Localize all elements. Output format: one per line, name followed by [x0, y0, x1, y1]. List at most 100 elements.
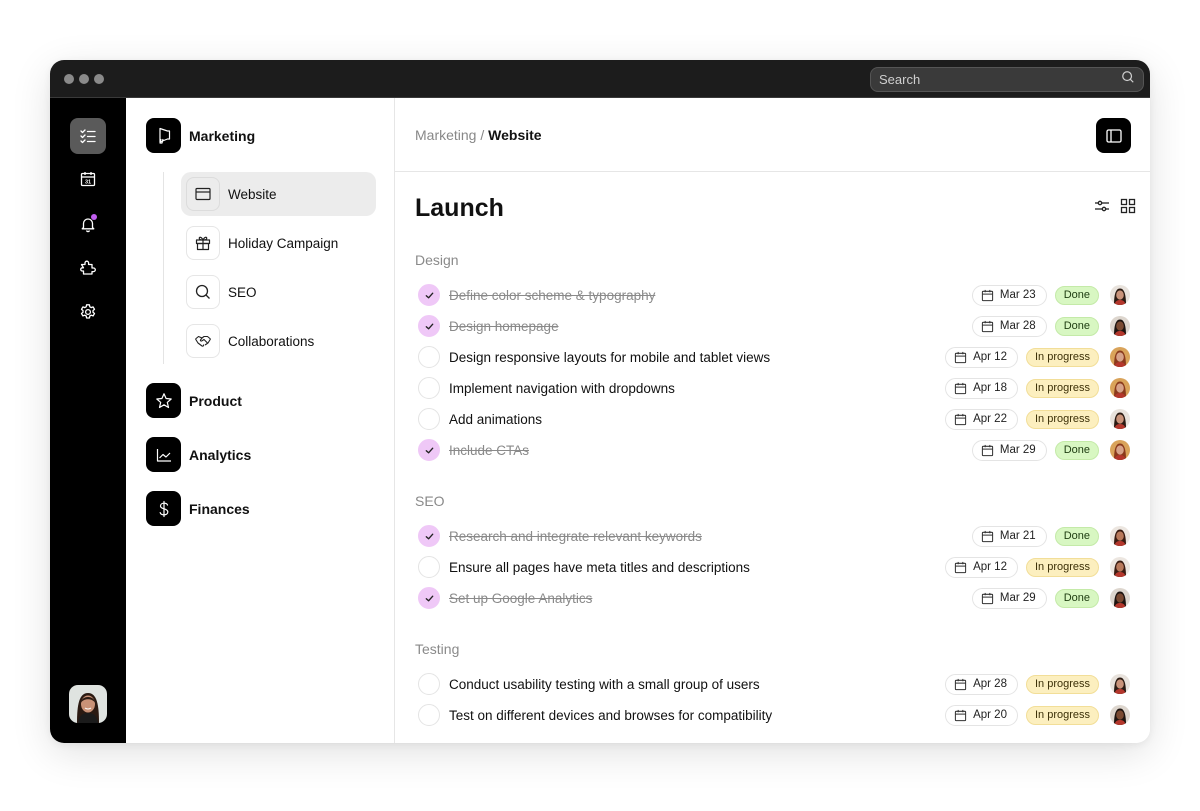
status-badge[interactable]: In progress [1026, 410, 1099, 429]
nav-item-label: Collaborations [228, 334, 314, 349]
task-title[interactable]: Set up Google Analytics [449, 591, 972, 606]
user-avatar[interactable] [69, 685, 107, 723]
task-meta: Mar 21 Done [972, 526, 1130, 547]
rail-calendar-button[interactable]: 31 [70, 161, 106, 197]
task-checkbox[interactable] [418, 556, 440, 578]
task-row[interactable]: Ensure all pages have meta titles and de… [415, 552, 1130, 582]
task-row[interactable]: Include CTAs Mar 29 Done [415, 435, 1130, 465]
due-date-pill[interactable]: Apr 22 [945, 409, 1018, 430]
assignee-avatar[interactable] [1110, 588, 1130, 608]
toggle-panel-button[interactable] [1096, 118, 1131, 153]
nav-item-holiday-campaign[interactable]: Holiday Campaign [181, 221, 376, 265]
due-date-pill[interactable]: Mar 21 [972, 526, 1047, 547]
search-icon[interactable] [1121, 70, 1135, 89]
task-row[interactable]: Set up Google Analytics Mar 29 Done [415, 583, 1130, 613]
due-date-pill[interactable]: Apr 18 [945, 378, 1018, 399]
status-badge[interactable]: Done [1055, 527, 1099, 546]
task-checkbox[interactable] [418, 315, 440, 337]
task-row[interactable]: Add animationsApr 22 In progress [415, 404, 1130, 434]
status-badge[interactable]: In progress [1026, 706, 1099, 725]
rail-integrations-button[interactable] [70, 250, 106, 286]
assignee-avatar[interactable] [1110, 347, 1130, 367]
task-checkbox[interactable] [418, 284, 440, 306]
nav-group-product[interactable]: Product [146, 383, 242, 418]
due-date-pill[interactable]: Mar 29 [972, 588, 1047, 609]
assignee-avatar[interactable] [1110, 557, 1130, 577]
status-badge[interactable]: In progress [1026, 558, 1099, 577]
due-date: Mar 29 [1000, 444, 1036, 456]
task-checkbox[interactable] [418, 525, 440, 547]
due-date-pill[interactable]: Apr 28 [945, 674, 1018, 695]
nav-item-label: Holiday Campaign [228, 236, 338, 251]
task-row[interactable]: Conduct usability testing with a small g… [415, 669, 1130, 699]
window-maximize-button[interactable] [94, 74, 104, 84]
task-title[interactable]: Test on different devices and browses fo… [449, 708, 945, 723]
search-input[interactable] [879, 72, 1121, 87]
assignee-avatar[interactable] [1110, 440, 1130, 460]
due-date-pill[interactable]: Mar 23 [972, 285, 1047, 306]
assignee-avatar[interactable] [1110, 526, 1130, 546]
task-checkbox[interactable] [418, 439, 440, 461]
task-checkbox[interactable] [418, 377, 440, 399]
assignee-avatar[interactable] [1110, 705, 1130, 725]
rail-notifications-button[interactable] [70, 206, 106, 242]
task-row[interactable]: Test on different devices and browses fo… [415, 700, 1130, 730]
status-badge[interactable]: Done [1055, 317, 1099, 336]
task-title[interactable]: Research and integrate relevant keywords [449, 529, 972, 544]
breadcrumb-parent[interactable]: Marketing [415, 127, 476, 143]
assignee-avatar[interactable] [1110, 674, 1130, 694]
task-title[interactable]: Include CTAs [449, 443, 972, 458]
task-checkbox[interactable] [418, 408, 440, 430]
assignee-avatar[interactable] [1110, 378, 1130, 398]
status-badge[interactable]: Done [1055, 441, 1099, 460]
calendar-icon [954, 709, 967, 722]
grid-view-icon[interactable] [1120, 198, 1136, 214]
filter-sliders-icon[interactable] [1094, 198, 1110, 214]
task-title[interactable]: Add animations [449, 412, 945, 427]
nav-group-marketing[interactable]: Marketing [146, 118, 255, 153]
task-title[interactable]: Conduct usability testing with a small g… [449, 677, 945, 692]
task-checkbox[interactable] [418, 587, 440, 609]
rail-settings-button[interactable] [70, 294, 106, 330]
task-title[interactable]: Define color scheme & typography [449, 288, 972, 303]
nav-group-analytics[interactable]: Analytics [146, 437, 251, 472]
task-row[interactable]: Design homepageMar 28 Done [415, 311, 1130, 341]
checkmark-icon [424, 531, 435, 542]
status-badge[interactable]: In progress [1026, 675, 1099, 694]
assignee-avatar[interactable] [1110, 316, 1130, 336]
nav-item-seo[interactable]: SEO [181, 270, 376, 314]
task-checkbox[interactable] [418, 704, 440, 726]
due-date-pill[interactable]: Apr 12 [945, 557, 1018, 578]
search-box[interactable] [870, 67, 1144, 92]
task-title[interactable]: Implement navigation with dropdowns [449, 381, 945, 396]
task-title[interactable]: Design responsive layouts for mobile and… [449, 350, 945, 365]
due-date-pill[interactable]: Mar 29 [972, 440, 1047, 461]
gear-icon [79, 303, 97, 321]
due-date-pill[interactable]: Mar 28 [972, 316, 1047, 337]
status-badge[interactable]: Done [1055, 589, 1099, 608]
task-title[interactable]: Design homepage [449, 319, 972, 334]
task-checkbox[interactable] [418, 346, 440, 368]
task-row[interactable]: Design responsive layouts for mobile and… [415, 342, 1130, 372]
nav-group-finances[interactable]: Finances [146, 491, 250, 526]
nav-item-website[interactable]: Website [181, 172, 376, 216]
assignee-avatar[interactable] [1110, 285, 1130, 305]
assignee-avatar[interactable] [1110, 409, 1130, 429]
due-date-pill[interactable]: Apr 12 [945, 347, 1018, 368]
task-row[interactable]: Implement navigation with dropdownsApr 1… [415, 373, 1130, 403]
status-badge[interactable]: In progress [1026, 348, 1099, 367]
nav-item-collaborations[interactable]: Collaborations [181, 319, 376, 363]
due-date: Mar 29 [1000, 592, 1036, 604]
task-row[interactable]: Research and integrate relevant keywords… [415, 521, 1130, 551]
due-date-pill[interactable]: Apr 20 [945, 705, 1018, 726]
window-close-button[interactable] [64, 74, 74, 84]
window-minimize-button[interactable] [79, 74, 89, 84]
calendar-icon [981, 592, 994, 605]
calendar-icon [981, 289, 994, 302]
task-row[interactable]: Define color scheme & typographyMar 23 Do… [415, 280, 1130, 310]
status-badge[interactable]: Done [1055, 286, 1099, 305]
status-badge[interactable]: In progress [1026, 379, 1099, 398]
task-checkbox[interactable] [418, 673, 440, 695]
task-title[interactable]: Ensure all pages have meta titles and de… [449, 560, 945, 575]
rail-tasks-button[interactable] [70, 118, 106, 154]
